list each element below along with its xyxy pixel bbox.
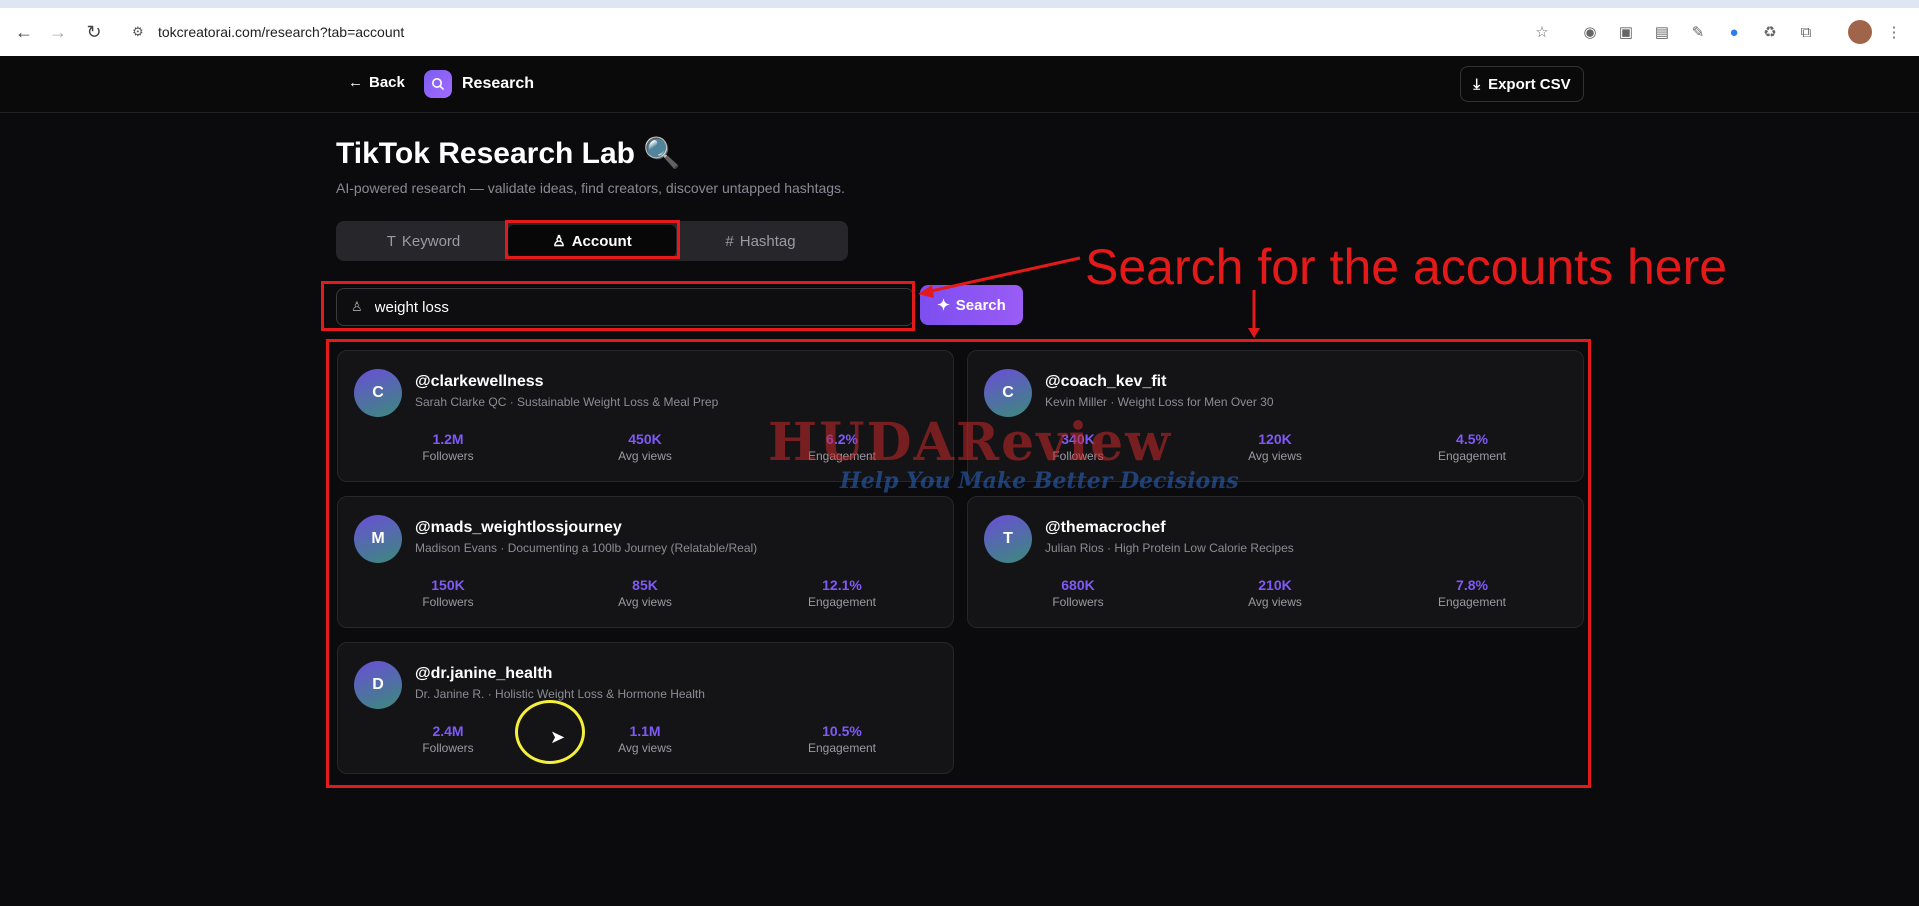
- mouse-cursor-icon: ➤: [550, 727, 566, 747]
- annotation-arrowhead: [918, 285, 934, 298]
- annotation-arrows: [918, 256, 1260, 338]
- annotation-arrow-to-search: [921, 256, 1081, 295]
- annotation-arrowhead: [1248, 328, 1260, 338]
